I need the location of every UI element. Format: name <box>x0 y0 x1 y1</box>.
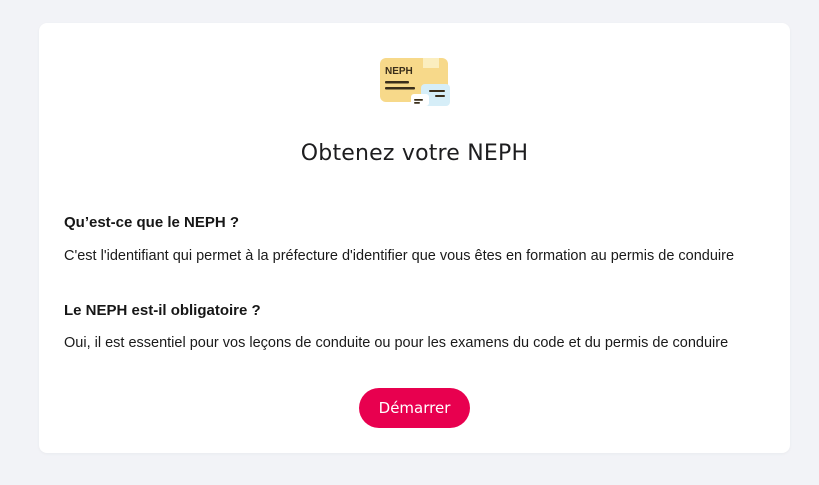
faq-question-1: Qu’est-ce que le NEPH ? <box>64 214 240 231</box>
neph-card: NEPH Obtenez votre NEPH Qu’est-ce que le… <box>39 23 790 453</box>
neph-document-icon: NEPH <box>379 56 451 108</box>
svg-text:NEPH: NEPH <box>385 66 413 77</box>
faq-answer-1: C'est l'identifiant qui permet à la préf… <box>64 248 735 264</box>
page-title: Obtenez votre NEPH <box>300 141 529 166</box>
faq-answer-2: Oui, il est essentiel pour vos leçons de… <box>64 335 729 351</box>
start-button[interactable]: Démarrer <box>359 388 470 428</box>
faq-question-2: Le NEPH est-il obligatoire ? <box>64 302 261 319</box>
